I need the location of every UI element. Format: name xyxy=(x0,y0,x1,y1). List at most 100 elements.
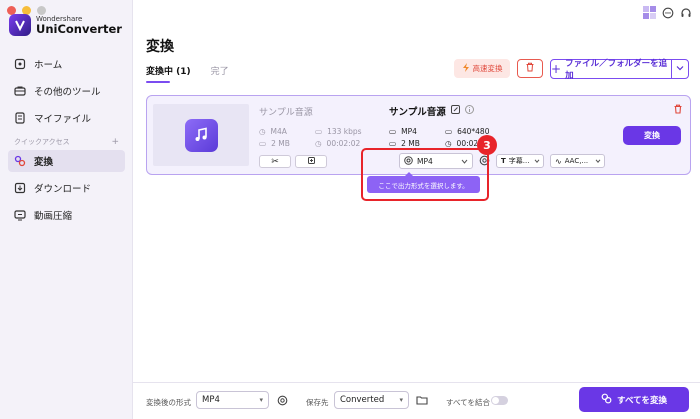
output-size: ▭ 2 MB xyxy=(389,139,420,148)
crop-button[interactable] xyxy=(295,155,327,168)
global-output-format-value: MP4 xyxy=(202,395,220,405)
music-note-icon xyxy=(184,118,218,152)
chevron-down-icon: ▾ xyxy=(399,396,403,404)
main-panel: 変換 変換中 (1) 完了 高速変換 + ファイル／フォルダーを追加 サンプル音… xyxy=(133,0,700,419)
scissors-icon: ✂ xyxy=(271,156,279,167)
output-duration-value: 00:02:02 xyxy=(456,139,477,148)
output-size-value: 2 MB xyxy=(401,139,420,148)
page-title: 変換 xyxy=(146,39,174,55)
status-tabs: 変換中 (1) 完了 xyxy=(146,64,229,83)
output-file-name: サンプル音源 xyxy=(389,104,474,118)
high-speed-label: 高速変換 xyxy=(472,64,503,73)
chevron-down-icon xyxy=(595,157,601,165)
clock-icon: ◷ xyxy=(315,139,322,148)
source-size: ▭ 2 MB xyxy=(259,139,290,148)
chevron-down-icon: ▾ xyxy=(259,396,263,404)
add-files-button[interactable]: + ファイル／フォルダーを追加 xyxy=(550,57,689,81)
sidebar-item-download[interactable]: ダウンロード xyxy=(0,177,133,199)
add-files-label: ファイル／フォルダーを追加 xyxy=(565,59,668,81)
sidebar-item-label: マイファイル xyxy=(34,114,92,125)
file-icon xyxy=(14,112,26,124)
sidebar-item-home[interactable]: ホーム xyxy=(0,53,133,75)
toolbox-icon xyxy=(14,85,26,97)
audio-track-select[interactable]: ∿ AAC,... xyxy=(550,154,605,168)
sidebar-item-convert[interactable]: 変換 xyxy=(8,150,125,172)
convert-all-button[interactable]: すべてを変換 xyxy=(579,387,689,412)
quick-nav: 変換 ダウンロード 動画圧縮 xyxy=(0,150,133,226)
sidebar-item-tools[interactable]: その他のツール xyxy=(0,80,133,102)
delete-all-button[interactable] xyxy=(517,59,543,78)
merge-all-label: すべてを結合 xyxy=(446,398,491,407)
bottom-bar: 変換後の形式 MP4 ▾ 保存先 Converted ▾ すべてを結合 すべてを… xyxy=(133,382,700,419)
sidebar-item-label: ダウンロード xyxy=(34,184,92,195)
format-highlight-box xyxy=(361,148,489,201)
step-badge: 3 xyxy=(477,135,497,155)
merge-all-toggle[interactable] xyxy=(491,396,508,405)
output-format-label: 変換後の形式 xyxy=(146,398,191,407)
video-file-icon: ▭ xyxy=(389,127,397,136)
folder-icon: ▭ xyxy=(389,139,397,148)
edit-icon[interactable] xyxy=(450,105,460,117)
subtitle-select[interactable]: T 字幕... xyxy=(496,154,544,168)
folder-icon: ▭ xyxy=(259,139,267,148)
format-icon: ◷ xyxy=(259,127,266,136)
top-right-icons xyxy=(643,6,692,22)
sidebar-item-my-files[interactable]: マイファイル xyxy=(0,107,133,129)
app-logo-icon xyxy=(9,14,31,36)
tab-completed[interactable]: 完了 xyxy=(211,64,229,77)
support-headset-icon[interactable] xyxy=(680,7,692,22)
info-icon[interactable] xyxy=(464,105,474,117)
source-file-name: サンプル音源 xyxy=(259,108,313,118)
convert-icon xyxy=(14,155,26,167)
trash-icon xyxy=(525,62,535,75)
text-icon: T xyxy=(501,157,506,165)
save-to-select[interactable]: Converted ▾ xyxy=(334,391,409,409)
sidebar-item-label: その他のツール xyxy=(34,87,101,98)
brand: Wondershare UniConverter xyxy=(9,14,122,36)
clock-icon: ◷ xyxy=(445,139,452,148)
high-speed-convert-button[interactable]: 高速変換 xyxy=(454,59,510,78)
output-duration: ◷ 00:02:02 xyxy=(445,139,477,148)
lightning-icon xyxy=(462,63,470,74)
save-to-label: 保存先 xyxy=(306,398,329,407)
save-to-value: Converted xyxy=(340,395,385,405)
home-icon xyxy=(14,58,26,70)
quick-access-header: クイックアクセス + xyxy=(14,137,119,147)
sidebar-item-label: ホーム xyxy=(34,60,63,71)
plus-icon: + xyxy=(551,62,562,76)
output-name-text: サンプル音源 xyxy=(389,107,446,118)
chevron-down-icon xyxy=(534,157,540,165)
tab-converting[interactable]: 変換中 (1) xyxy=(146,64,191,83)
global-output-format-select[interactable]: MP4 ▾ xyxy=(196,391,269,409)
add-files-dropdown-button[interactable] xyxy=(671,60,688,78)
output-format-value: MP4 xyxy=(401,127,417,136)
feedback-icon[interactable] xyxy=(662,7,674,22)
add-files-main[interactable]: + ファイル／フォルダーを追加 xyxy=(551,57,671,81)
main-nav: ホーム その他のツール マイファイル xyxy=(0,53,133,129)
subtitle-select-value: 字幕... xyxy=(508,157,530,165)
delete-file-icon[interactable] xyxy=(673,104,683,117)
brand-product: UniConverter xyxy=(36,22,122,36)
quick-access-label: クイックアクセス xyxy=(14,138,70,146)
convert-button[interactable]: 変換 xyxy=(623,126,681,145)
sidebar-item-compress[interactable]: 動画圧縮 xyxy=(0,204,133,226)
source-size-value: 2 MB xyxy=(271,139,290,148)
download-icon xyxy=(14,182,26,194)
format-tooltip: ここで出力形式を選択します。 xyxy=(367,172,480,193)
source-bitrate: ▭ 133 kbps xyxy=(315,127,362,136)
convert-all-label: すべてを変換 xyxy=(617,395,667,406)
sidebar-item-label: 動画圧縮 xyxy=(34,211,73,222)
resolution-icon: ▭ xyxy=(445,127,453,136)
gift-icon[interactable] xyxy=(643,6,656,22)
file-thumbnail xyxy=(153,104,249,166)
output-format: ▭ MP4 xyxy=(389,127,417,136)
open-folder-icon[interactable] xyxy=(416,395,428,408)
source-format: ◷ M4A xyxy=(259,127,287,136)
add-quick-access-button[interactable]: + xyxy=(111,137,119,147)
trim-button[interactable]: ✂ xyxy=(259,155,291,168)
source-duration-value: 00:02:02 xyxy=(326,139,361,148)
global-format-settings-icon[interactable] xyxy=(277,395,288,409)
sidebar-item-label: 変換 xyxy=(34,157,54,168)
audio-wave-icon: ∿ xyxy=(555,156,562,166)
source-format-value: M4A xyxy=(270,127,287,136)
